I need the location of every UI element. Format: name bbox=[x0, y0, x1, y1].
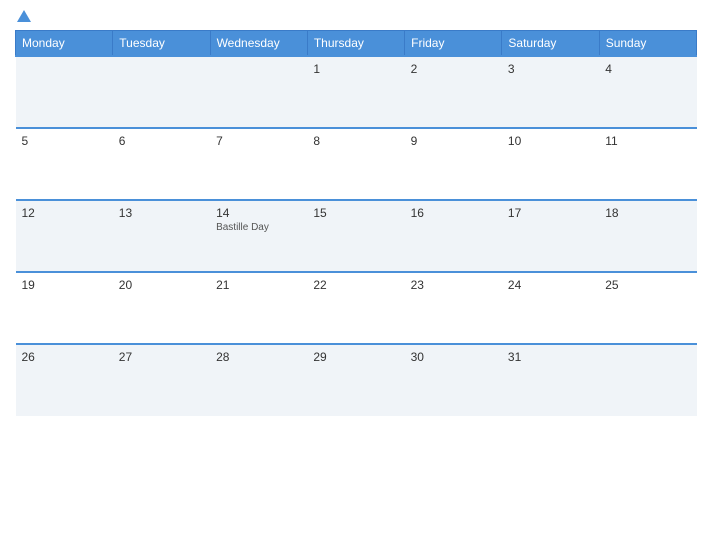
calendar-cell: 11 bbox=[599, 128, 696, 200]
weekday-header-monday: Monday bbox=[16, 31, 113, 57]
calendar-cell: 2 bbox=[405, 56, 502, 128]
day-number: 28 bbox=[216, 350, 301, 364]
calendar-cell: 10 bbox=[502, 128, 599, 200]
day-number: 4 bbox=[605, 62, 690, 76]
weekday-header-row: MondayTuesdayWednesdayThursdayFridaySatu… bbox=[16, 31, 697, 57]
calendar-wrapper: MondayTuesdayWednesdayThursdayFridaySatu… bbox=[0, 0, 712, 550]
day-number: 31 bbox=[508, 350, 593, 364]
day-number: 20 bbox=[119, 278, 204, 292]
calendar-cell: 27 bbox=[113, 344, 210, 416]
day-number: 8 bbox=[313, 134, 398, 148]
calendar-cell: 3 bbox=[502, 56, 599, 128]
calendar-cell: 29 bbox=[307, 344, 404, 416]
calendar-cell: 25 bbox=[599, 272, 696, 344]
week-row-3: 19 20 21 22 23 24 25 bbox=[16, 272, 697, 344]
day-number: 10 bbox=[508, 134, 593, 148]
day-number: 6 bbox=[119, 134, 204, 148]
logo-triangle-icon bbox=[17, 10, 31, 22]
calendar-cell: 19 bbox=[16, 272, 113, 344]
week-row-0: 1234 bbox=[16, 56, 697, 128]
day-number: 15 bbox=[313, 206, 398, 220]
day-number: 14 bbox=[216, 206, 301, 220]
weekday-header-saturday: Saturday bbox=[502, 31, 599, 57]
day-number: 27 bbox=[119, 350, 204, 364]
day-number: 1 bbox=[313, 62, 398, 76]
calendar-cell: 8 bbox=[307, 128, 404, 200]
calendar-cell: 23 bbox=[405, 272, 502, 344]
calendar-cell: 24 bbox=[502, 272, 599, 344]
day-number: 30 bbox=[411, 350, 496, 364]
day-event: Bastille Day bbox=[216, 222, 301, 233]
calendar-cell: 17 bbox=[502, 200, 599, 272]
logo bbox=[15, 10, 31, 22]
day-number: 7 bbox=[216, 134, 301, 148]
calendar-cell: 26 bbox=[16, 344, 113, 416]
calendar-cell: 20 bbox=[113, 272, 210, 344]
calendar-cell: 16 bbox=[405, 200, 502, 272]
day-number: 12 bbox=[22, 206, 107, 220]
day-number: 9 bbox=[411, 134, 496, 148]
calendar-cell: 31 bbox=[502, 344, 599, 416]
day-number: 3 bbox=[508, 62, 593, 76]
calendar-cell: 21 bbox=[210, 272, 307, 344]
calendar-cell: 30 bbox=[405, 344, 502, 416]
calendar-cell bbox=[16, 56, 113, 128]
weekday-header-thursday: Thursday bbox=[307, 31, 404, 57]
day-number: 22 bbox=[313, 278, 398, 292]
day-number: 24 bbox=[508, 278, 593, 292]
calendar-cell: 1 bbox=[307, 56, 404, 128]
calendar-cell bbox=[210, 56, 307, 128]
day-number: 29 bbox=[313, 350, 398, 364]
weekday-header-sunday: Sunday bbox=[599, 31, 696, 57]
week-row-1: 56789 10 11 bbox=[16, 128, 697, 200]
calendar-cell: 15 bbox=[307, 200, 404, 272]
calendar-cell: 22 bbox=[307, 272, 404, 344]
day-number: 13 bbox=[119, 206, 204, 220]
calendar-cell: 4 bbox=[599, 56, 696, 128]
calendar-cell: 6 bbox=[113, 128, 210, 200]
day-number: 23 bbox=[411, 278, 496, 292]
calendar-grid: MondayTuesdayWednesdayThursdayFridaySatu… bbox=[15, 30, 697, 416]
day-number: 18 bbox=[605, 206, 690, 220]
day-number: 5 bbox=[22, 134, 107, 148]
day-number: 25 bbox=[605, 278, 690, 292]
calendar-cell: 14 Bastille Day bbox=[210, 200, 307, 272]
day-number: 26 bbox=[22, 350, 107, 364]
calendar-cell: 5 bbox=[16, 128, 113, 200]
weekday-header-tuesday: Tuesday bbox=[113, 31, 210, 57]
calendar-cell bbox=[113, 56, 210, 128]
calendar-cell: 28 bbox=[210, 344, 307, 416]
calendar-cell: 18 bbox=[599, 200, 696, 272]
week-row-4: 26 27 28 29 30 31 bbox=[16, 344, 697, 416]
week-row-2: 12 13 14 Bastille Day 15 16 17 18 bbox=[16, 200, 697, 272]
day-number: 17 bbox=[508, 206, 593, 220]
day-number: 16 bbox=[411, 206, 496, 220]
calendar-header bbox=[15, 10, 697, 22]
day-number: 21 bbox=[216, 278, 301, 292]
calendar-cell bbox=[599, 344, 696, 416]
day-number: 2 bbox=[411, 62, 496, 76]
calendar-cell: 13 bbox=[113, 200, 210, 272]
day-number: 11 bbox=[605, 134, 690, 148]
calendar-cell: 9 bbox=[405, 128, 502, 200]
weekday-header-friday: Friday bbox=[405, 31, 502, 57]
calendar-cell: 7 bbox=[210, 128, 307, 200]
day-number: 19 bbox=[22, 278, 107, 292]
calendar-cell: 12 bbox=[16, 200, 113, 272]
weekday-header-wednesday: Wednesday bbox=[210, 31, 307, 57]
